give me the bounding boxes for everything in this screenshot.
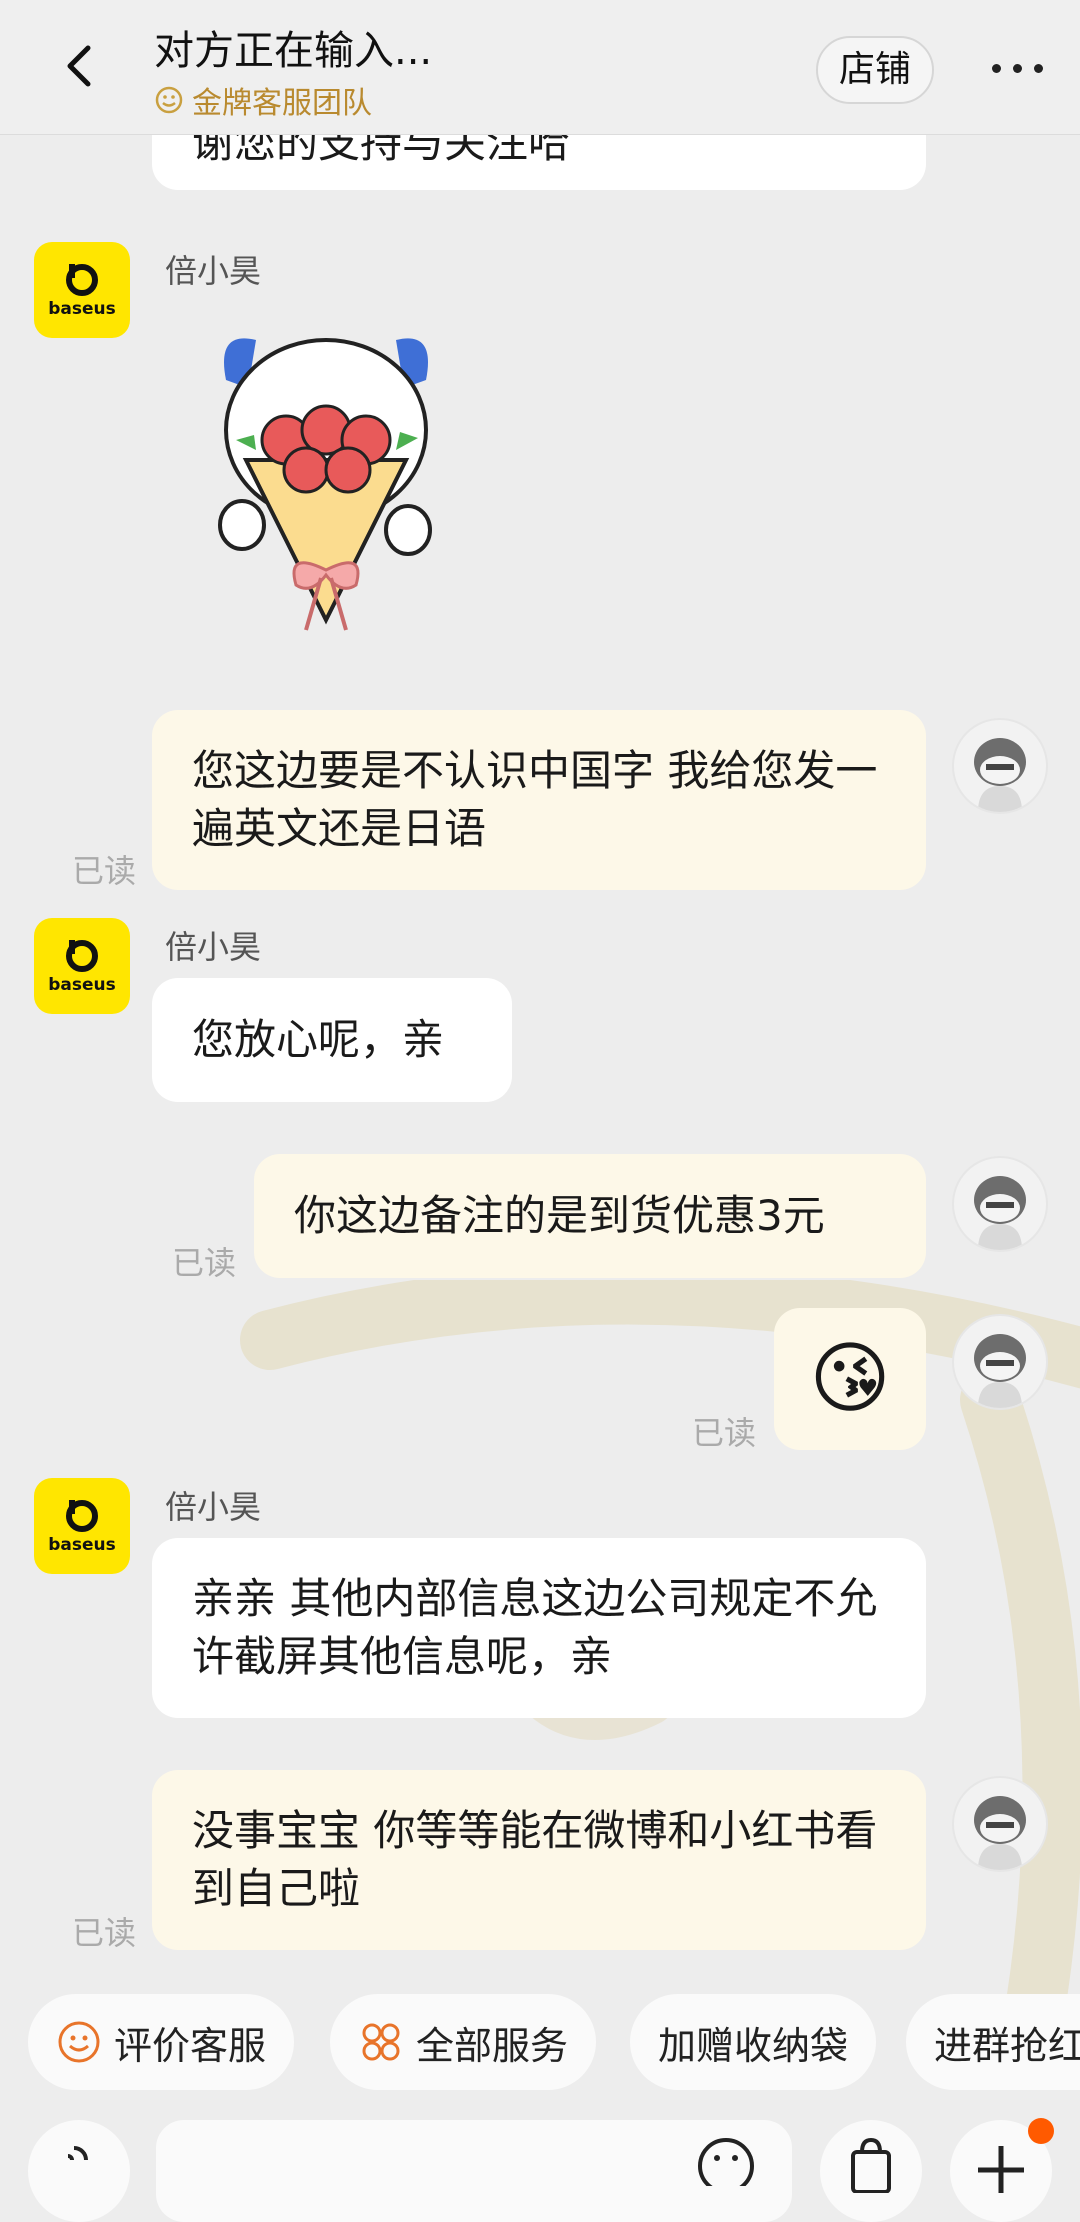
shop-avatar-label: baseus [48,299,116,319]
flower-bouquet-sticker[interactable] [196,320,456,650]
voice-icon[interactable] [28,2120,130,2222]
user-avatar[interactable] [952,718,1048,814]
message-text: 您这边要是不认识中国字 我给您发一遍英文还是日语 [192,746,878,853]
message-input[interactable] [156,2120,792,2222]
all-services-chip[interactable]: 全部服务 [330,1994,597,2090]
chat-header: 对方正在输入... 金牌客服团队 店铺 [0,0,1080,135]
smile-icon [155,86,183,114]
grid-icon [362,2023,400,2061]
chevron-left-icon[interactable] [58,44,102,88]
sender-name: 倍小昊 [165,252,262,290]
sender-name: 倍小昊 [165,1488,262,1526]
read-status: 已读 [692,1414,757,1452]
sender-name: 倍小昊 [165,928,262,966]
shop-avatar-label: baseus [48,975,116,995]
rate-service-chip[interactable]: 评价客服 [28,1994,295,2090]
message-list[interactable]: 谢您的支持与关注哈 baseus 倍小昊 您这边要是不认识中国字 我给您发一遍英… [0,0,1080,1990]
more-dots-icon[interactable] [990,52,1046,82]
user-avatar[interactable] [952,1776,1048,1872]
user-avatar[interactable] [952,1314,1048,1410]
notification-dot [1028,2118,1054,2144]
team-badge: 金牌客服团队 [154,78,372,122]
shop-avatar[interactable]: baseus [34,1478,130,1574]
gift-bag-chip[interactable]: 加赠收纳袋 [630,1994,877,2090]
message-bubble[interactable]: 您这边要是不认识中国字 我给您发一遍英文还是日语 [152,710,926,890]
quick-actions-bar: 评价客服 全部服务 加赠收纳袋 进群抢红 [0,1994,1080,2094]
message-bubble[interactable]: 你这边备注的是到货优惠3元 [254,1154,926,1278]
smile-icon [58,2021,100,2063]
shop-avatar[interactable]: baseus [34,242,130,338]
chip-label: 进群抢红 [934,2023,1080,2068]
message-bubble[interactable]: 没事宝宝 你等等能在微博和小红书看到自己啦 [152,1770,926,1950]
shopping-bag-icon[interactable] [820,2120,922,2222]
chat-title: 对方正在输入... [154,28,433,74]
message-bubble[interactable]: 😘 [774,1308,926,1450]
input-bar [0,2110,1080,2222]
message-text: 你这边备注的是到货优惠3元 [294,1191,825,1240]
message-text: 您放心呢，亲 [192,1015,445,1064]
store-button[interactable]: 店铺 [816,36,934,104]
chip-label: 加赠收纳袋 [658,2023,849,2068]
chip-label: 全部服务 [416,2023,569,2068]
message-bubble[interactable]: 亲亲 其他内部信息这边公司规定不允许截屏其他信息呢，亲 [152,1538,926,1718]
user-avatar[interactable] [952,1156,1048,1252]
message-text: 没事宝宝 你等等能在微博和小红书看到自己啦 [192,1806,878,1913]
message-text: 亲亲 其他内部信息这边公司规定不允许截屏其他信息呢，亲 [192,1574,878,1681]
message-bubble[interactable]: 您放心呢，亲 [152,978,512,1102]
shop-avatar[interactable]: baseus [34,918,130,1014]
read-status: 已读 [72,1914,137,1952]
emoji-kiss-icon: 😘 [809,1334,891,1424]
emoji-icon[interactable] [696,2126,756,2186]
read-status: 已读 [72,852,137,890]
chip-label: 评价客服 [114,2023,267,2068]
join-group-chip[interactable]: 进群抢红 [906,1994,1080,2090]
team-label: 金牌客服团队 [192,86,372,121]
shop-avatar-label: baseus [48,1535,116,1555]
read-status: 已读 [172,1244,237,1282]
